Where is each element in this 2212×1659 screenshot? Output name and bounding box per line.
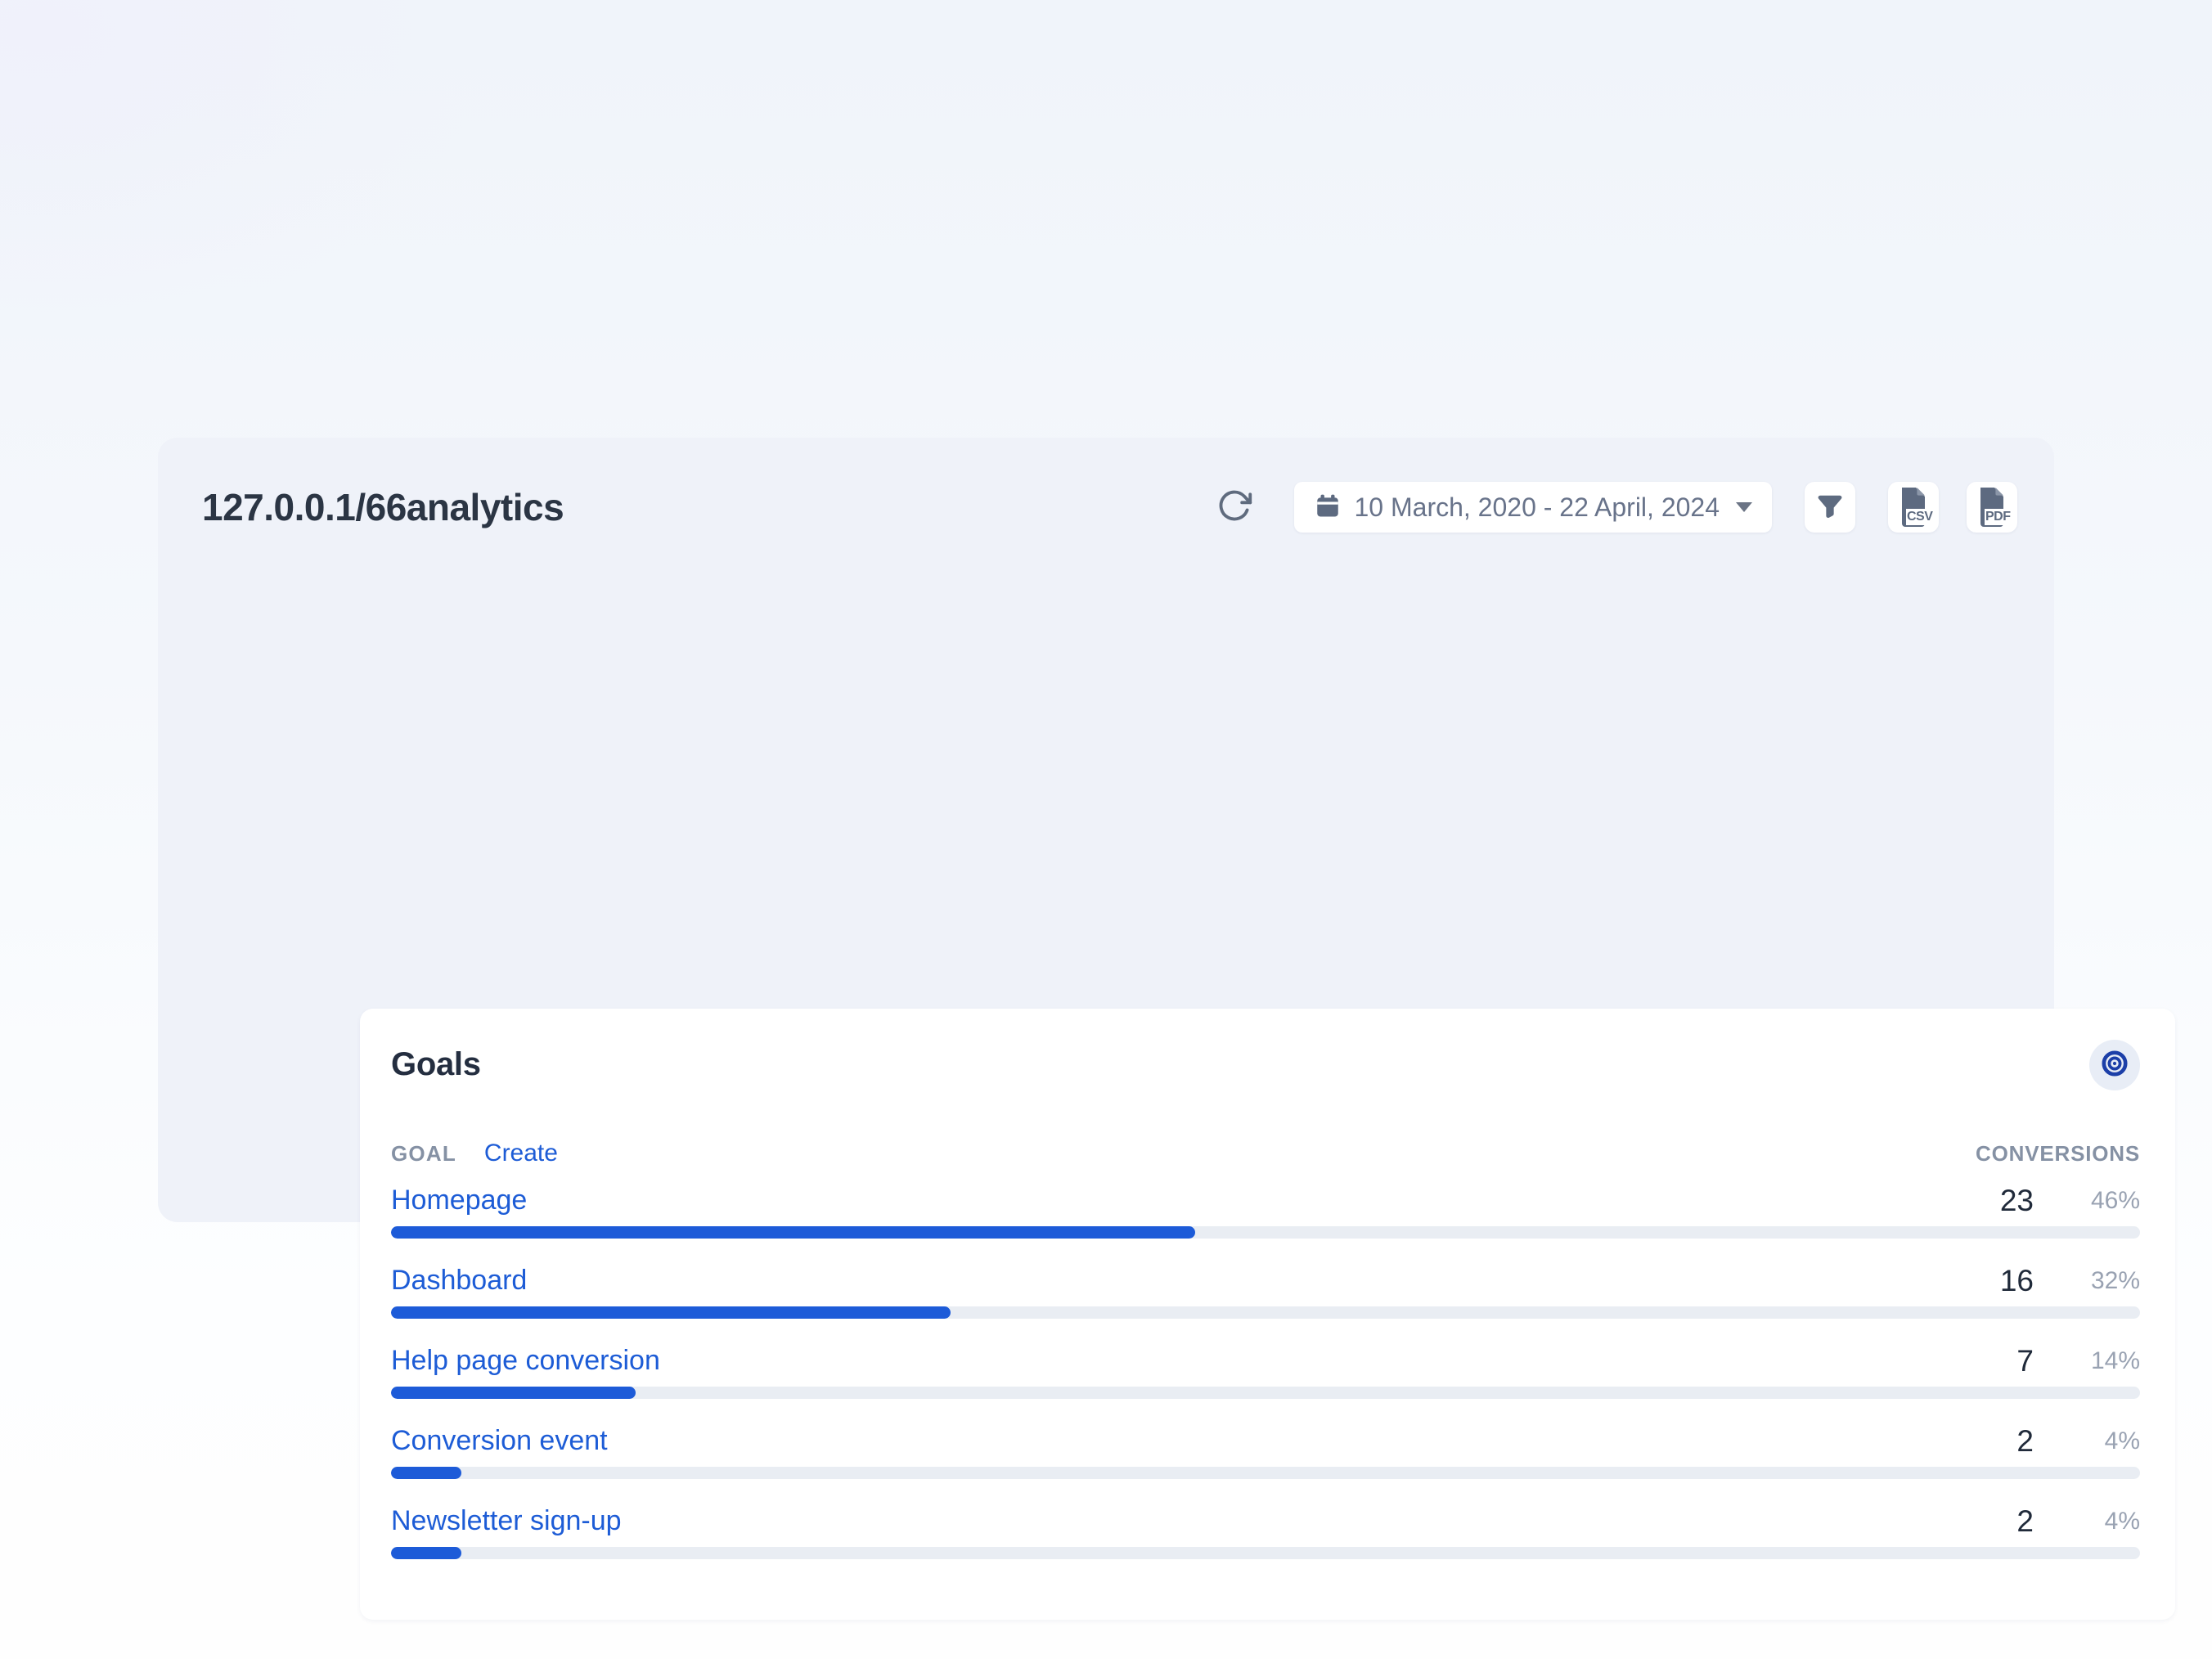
goal-link[interactable]: Dashboard — [391, 1265, 527, 1297]
goal-progress-track — [391, 1387, 2140, 1399]
chevron-down-icon — [1736, 502, 1752, 512]
goal-progress-track — [391, 1306, 2140, 1319]
goal-conversions-percent: 4% — [2034, 1508, 2140, 1535]
create-goal-link[interactable]: Create — [484, 1140, 558, 1167]
target-icon — [2100, 1049, 2129, 1082]
toolbar: 10 March, 2020 - 22 April, 2024 — [1216, 482, 2018, 533]
screenshot-stage: 127.0.0.1/66analytics — [0, 0, 2212, 1659]
goal-conversions-percent: 32% — [2034, 1267, 2140, 1295]
goal-link[interactable]: Homepage — [391, 1185, 527, 1216]
calendar-icon — [1314, 492, 1342, 524]
goal-conversions-percent: 4% — [2034, 1427, 2140, 1455]
goal-link[interactable]: Conversion event — [391, 1425, 608, 1457]
analytics-panel: 127.0.0.1/66analytics — [158, 438, 2054, 1222]
column-goal: GOAL — [391, 1141, 456, 1167]
column-conversions: CONVERSIONS — [1976, 1141, 2140, 1167]
refresh-icon — [1216, 488, 1252, 528]
goal-progress-fill — [391, 1387, 636, 1399]
goal-conversions-percent: 46% — [2034, 1187, 2140, 1215]
date-range-picker[interactable]: 10 March, 2020 - 22 April, 2024 — [1294, 482, 1773, 533]
goals-card: Goals GOAL Create CONVERSIONS — [360, 1009, 2175, 1620]
goal-progress-fill — [391, 1467, 461, 1479]
goal-conversions-percent: 14% — [2034, 1347, 2140, 1375]
file-csv-icon: CSV — [1895, 486, 1931, 528]
goal-link[interactable]: Help page conversion — [391, 1345, 660, 1377]
goals-columns-header: GOAL Create CONVERSIONS — [391, 1140, 2140, 1167]
export-pdf-button[interactable]: PDF — [1967, 482, 2017, 533]
goal-conversions-count: 23 — [1936, 1184, 2034, 1218]
goals-rows: Homepage 23 46% Dashboard 16 32% — [391, 1176, 2140, 1577]
date-range-value: 10 March, 2020 - 22 April, 2024 — [1355, 492, 1720, 523]
funnel-icon — [1815, 491, 1845, 524]
goals-card-title: Goals — [391, 1046, 481, 1083]
pdf-label: PDF — [1985, 509, 2012, 525]
goal-progress-track — [391, 1467, 2140, 1479]
file-pdf-icon: PDF — [1974, 486, 2010, 528]
goal-conversions-count: 2 — [1936, 1424, 2034, 1459]
goal-progress-fill — [391, 1226, 1195, 1239]
goal-progress-track — [391, 1547, 2140, 1559]
refresh-button[interactable] — [1216, 488, 1253, 526]
goal-conversions-count: 16 — [1936, 1264, 2034, 1298]
export-csv-button[interactable]: CSV — [1888, 482, 1939, 533]
goal-row: Dashboard 16 32% — [391, 1257, 2140, 1337]
goal-progress-fill — [391, 1547, 461, 1559]
site-title: 127.0.0.1/66analytics — [202, 485, 564, 529]
goal-row: Homepage 23 46% — [391, 1176, 2140, 1257]
goal-row: Help page conversion 7 14% — [391, 1337, 2140, 1417]
goal-row: Conversion event 2 4% — [391, 1417, 2140, 1497]
goal-conversions-count: 2 — [1936, 1504, 2034, 1539]
goal-progress-track — [391, 1226, 2140, 1239]
goal-conversions-count: 7 — [1936, 1344, 2034, 1378]
goal-link[interactable]: Newsletter sign-up — [391, 1505, 622, 1537]
csv-label: CSV — [1906, 509, 1933, 525]
filter-button[interactable] — [1805, 482, 1855, 533]
goal-progress-fill — [391, 1306, 951, 1319]
goal-row: Newsletter sign-up 2 4% — [391, 1497, 2140, 1577]
panel-header: 127.0.0.1/66analytics — [202, 480, 2017, 534]
goals-widget-button[interactable] — [2089, 1040, 2140, 1090]
